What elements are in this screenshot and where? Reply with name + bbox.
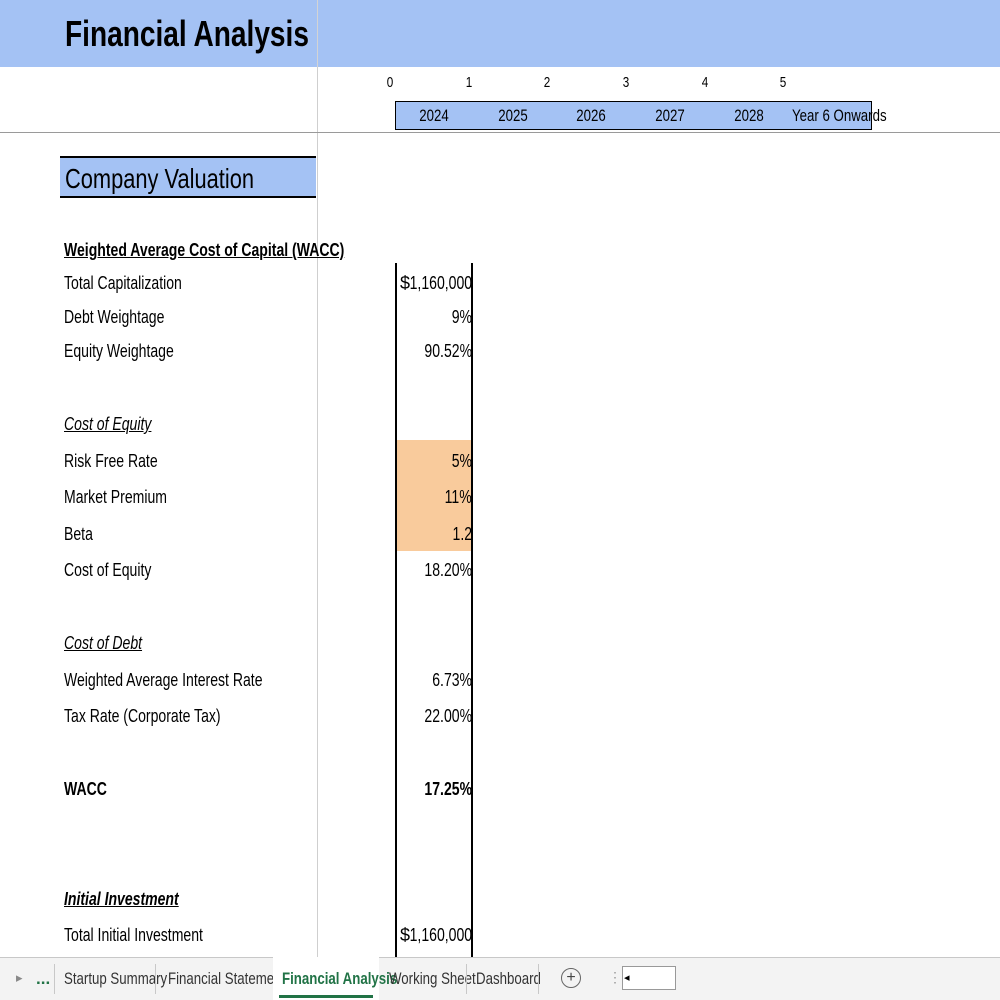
tab-financial-analysis[interactable]: Financial Analysis — [282, 958, 397, 999]
column-divider — [317, 67, 318, 957]
active-tab-underline — [279, 995, 373, 998]
wacc-value[interactable]: 17.25% — [424, 778, 472, 800]
beta-value[interactable]: 1.2 — [452, 523, 472, 545]
cost-of-equity-value[interactable]: 18.20% — [424, 559, 472, 581]
tab-separator — [54, 964, 55, 994]
debt-weightage-value[interactable]: 9% — [452, 306, 472, 328]
period-index-1: 1 — [465, 74, 473, 91]
tab-separator — [466, 964, 467, 994]
weighted-avg-interest-rate-label[interactable]: Weighted Average Interest Rate — [64, 669, 263, 691]
weighted-avg-interest-rate-value[interactable]: 6.73% — [432, 669, 472, 691]
year-header-year6[interactable]: Year 6 Onwards — [792, 105, 887, 127]
equity-weightage-value[interactable]: 90.52% — [424, 340, 472, 362]
scroll-left-arrow-icon[interactable]: ◂ — [624, 969, 630, 987]
cost-of-debt-heading[interactable]: Cost of Debt — [64, 632, 142, 654]
period-index-3: 3 — [622, 74, 630, 91]
risk-free-rate-value[interactable]: 5% — [452, 450, 472, 472]
period-index-0: 0 — [386, 74, 394, 91]
sheet-title: Financial Analysis — [65, 13, 309, 54]
total-capitalization-label[interactable]: Total Capitalization — [64, 272, 182, 294]
equity-weightage-label[interactable]: Equity Weightage — [64, 340, 174, 362]
tab-splitter-handle[interactable]: ⋮ — [608, 964, 622, 990]
wacc-label[interactable]: WACC — [64, 778, 107, 800]
debt-weightage-label[interactable]: Debt Weightage — [64, 306, 164, 328]
tab-separator — [538, 964, 539, 994]
year-header-2027[interactable]: 2027 — [647, 105, 694, 127]
title-column-divider — [317, 0, 318, 67]
period-index-4: 4 — [701, 74, 709, 91]
tab-dashboard[interactable]: Dashboard — [476, 958, 541, 999]
year-header-2025[interactable]: 2025 — [490, 105, 537, 127]
currency-symbol: $ — [400, 925, 411, 945]
currency-symbol: $ — [400, 273, 411, 293]
value-column-box — [395, 263, 473, 957]
tab-startup-summary[interactable]: Startup Summary — [64, 958, 167, 999]
company-valuation-title[interactable]: Company Valuation — [65, 163, 254, 195]
market-premium-value[interactable]: 11% — [445, 486, 472, 508]
period-index-5: 5 — [779, 74, 787, 91]
tab-working-sheet[interactable]: Working Sheet — [389, 958, 476, 999]
header-bottom-line — [0, 132, 1000, 133]
year-header-2028[interactable]: 2028 — [726, 105, 773, 127]
cost-of-equity-label[interactable]: Cost of Equity — [64, 559, 151, 581]
cost-of-equity-heading[interactable]: Cost of Equity — [64, 413, 151, 435]
total-initial-investment-value[interactable]: 1,160,000 — [410, 924, 472, 946]
horizontal-scrollbar[interactable] — [622, 966, 676, 990]
tax-rate-value[interactable]: 22.00% — [424, 705, 472, 727]
total-initial-investment-label[interactable]: Total Initial Investment — [64, 924, 203, 946]
year-header-2026[interactable]: 2026 — [568, 105, 615, 127]
chevron-right-icon[interactable]: ▸ — [16, 968, 23, 988]
initial-investment-heading[interactable]: Initial Investment — [64, 888, 179, 910]
year-header-2024[interactable]: 2024 — [411, 105, 458, 127]
beta-label[interactable]: Beta — [64, 523, 93, 545]
total-capitalization-value[interactable]: 1,160,000 — [410, 272, 472, 294]
more-sheets-button[interactable]: ... — [36, 958, 50, 999]
tab-separator — [155, 964, 156, 994]
period-index-2: 2 — [543, 74, 551, 91]
risk-free-rate-label[interactable]: Risk Free Rate — [64, 450, 158, 472]
tax-rate-label[interactable]: Tax Rate (Corporate Tax) — [64, 705, 221, 727]
wacc-heading[interactable]: Weighted Average Cost of Capital (WACC) — [64, 239, 344, 261]
market-premium-label[interactable]: Market Premium — [64, 486, 167, 508]
plus-circle-icon[interactable]: + — [561, 968, 581, 988]
